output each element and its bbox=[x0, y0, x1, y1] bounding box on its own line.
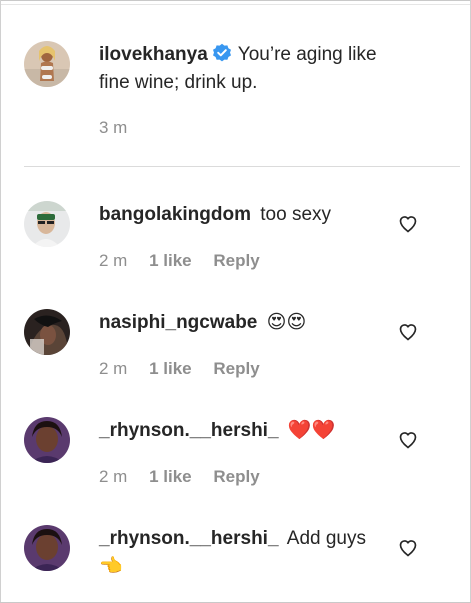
avatar[interactable] bbox=[24, 525, 70, 571]
reply-button[interactable]: Reply bbox=[213, 359, 259, 378]
window-bottom-edge bbox=[0, 599, 471, 603]
avatar[interactable] bbox=[24, 309, 70, 355]
window-right-edge bbox=[467, 0, 471, 603]
reply-button[interactable]: Reply bbox=[213, 467, 259, 486]
heart-outline-icon[interactable] bbox=[398, 322, 418, 342]
comment-username[interactable]: _rhynson.__hershi_ bbox=[99, 528, 279, 549]
heart-outline-icon[interactable] bbox=[398, 214, 418, 234]
caption-time: 3 m bbox=[99, 118, 128, 137]
avatar[interactable] bbox=[24, 201, 70, 247]
window-top-edge bbox=[0, 0, 471, 5]
comment-time: 2 m bbox=[99, 467, 128, 486]
heart-outline-icon[interactable] bbox=[398, 538, 418, 558]
caption-divider bbox=[24, 166, 460, 167]
window-left-edge bbox=[0, 0, 4, 603]
comment-time: 2 m bbox=[99, 359, 128, 378]
verified-badge-icon bbox=[212, 43, 232, 63]
comment-username[interactable]: bangolakingdom bbox=[99, 204, 251, 225]
comment-likes[interactable]: 1 like bbox=[149, 251, 192, 270]
avatar[interactable] bbox=[24, 417, 70, 463]
reply-button[interactable]: Reply bbox=[213, 251, 259, 270]
comment-username[interactable]: nasiphi_ngcwabe bbox=[99, 312, 257, 333]
caption-username[interactable]: ilovekhanya bbox=[99, 44, 208, 65]
comment-text: ❤️❤️ bbox=[287, 420, 336, 441]
comment-likes[interactable]: 1 like bbox=[149, 467, 192, 486]
comment-likes[interactable]: 1 like bbox=[149, 359, 192, 378]
comment-text: 😍😍 bbox=[266, 312, 307, 333]
heart-outline-icon[interactable] bbox=[398, 430, 418, 450]
avatar[interactable] bbox=[24, 41, 70, 87]
comment-time: 2 m bbox=[99, 251, 128, 270]
comment-text: too sexy bbox=[260, 204, 332, 225]
comment-username[interactable]: _rhynson.__hershi_ bbox=[99, 420, 279, 441]
